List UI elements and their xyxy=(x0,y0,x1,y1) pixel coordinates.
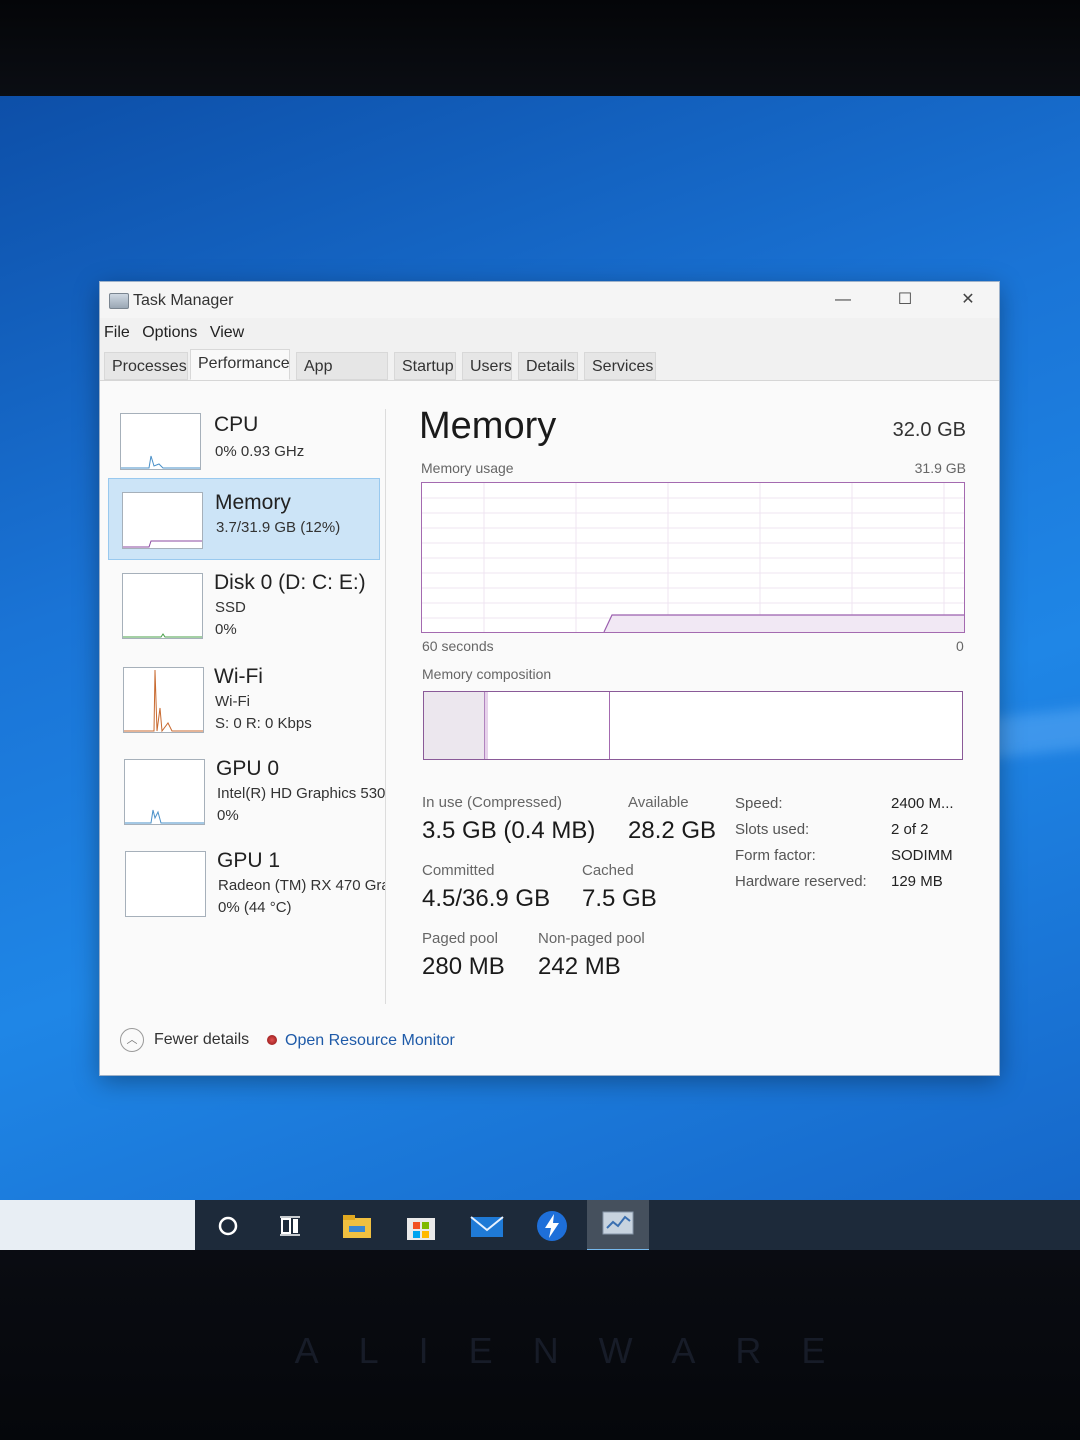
monitor-bezel-top xyxy=(0,0,1080,100)
speed-label: Speed: xyxy=(735,795,783,812)
fewer-details-button[interactable]: Fewer details xyxy=(154,1031,249,1049)
sidebar-item-cpu[interactable]: CPU 0% 0.93 GHz xyxy=(108,405,380,487)
resource-monitor-icon xyxy=(267,1035,277,1045)
memory-capacity: 32.0 GB xyxy=(892,419,966,441)
form-factor-value: SODIMM xyxy=(891,847,953,864)
tab-app-history[interactable]: App history xyxy=(296,352,388,403)
sidebar-item-detail: Intel(R) HD Graphics 530 xyxy=(217,785,386,802)
available-value: 28.2 GB xyxy=(628,817,717,844)
cached-value: 7.5 GB xyxy=(582,885,657,912)
graph-axis-right: 0 xyxy=(956,638,964,654)
cached-label: Cached xyxy=(582,862,634,879)
sidebar-item-name: Memory xyxy=(215,491,291,514)
menu-bar: File Options View xyxy=(104,324,252,342)
gpu1-thumbnail-graph xyxy=(125,851,206,917)
taskbar-search-box[interactable] xyxy=(0,1200,195,1252)
in-use-value: 3.5 GB (0.4 MB) xyxy=(422,817,596,844)
sidebar-item-detail: Radeon (TM) RX 470 Graphics xyxy=(218,877,386,894)
paged-pool-value: 280 MB xyxy=(422,953,505,980)
sidebar-item-wifi[interactable]: Wi-Fi Wi-Fi S: 0 R: 0 Kbps xyxy=(108,661,380,747)
sidebar-item-detail-2: 0% xyxy=(215,621,237,638)
available-label: Available xyxy=(628,794,689,811)
memory-thumbnail-graph xyxy=(122,492,203,549)
cpu-thumbnail-graph xyxy=(120,413,201,470)
sidebar-item-gpu1[interactable]: GPU 1 Radeon (TM) RX 470 Graphics 0% (44… xyxy=(108,845,386,931)
sidebar-item-detail: Wi-Fi xyxy=(215,693,250,710)
sidebar-item-detail-2: S: 0 R: 0 Kbps xyxy=(215,715,312,732)
chevron-up-icon[interactable]: ︿ xyxy=(120,1028,144,1052)
slots-used-label: Slots used: xyxy=(735,821,810,838)
wifi-thumbnail-graph xyxy=(123,667,204,733)
mail-icon[interactable] xyxy=(469,1208,505,1244)
task-manager-icon xyxy=(109,293,129,309)
menu-view[interactable]: View xyxy=(210,324,244,341)
sidebar-item-detail-2: 0% (44 °C) xyxy=(218,899,292,916)
taskbar xyxy=(0,1200,1080,1252)
sidebar-item-detail: SSD xyxy=(215,599,246,616)
close-button[interactable]: ✕ xyxy=(945,286,991,314)
sidebar-item-gpu0[interactable]: GPU 0 Intel(R) HD Graphics 530 0% xyxy=(108,753,386,839)
sidebar-item-name: GPU 1 xyxy=(217,849,281,872)
committed-label: Committed xyxy=(422,862,495,879)
page-title: Memory xyxy=(419,405,557,447)
cortana-icon[interactable] xyxy=(210,1208,246,1244)
open-resource-monitor-link[interactable]: Open Resource Monitor xyxy=(285,1032,455,1050)
menu-options[interactable]: Options xyxy=(142,324,197,341)
performance-panel: CPU 0% 0.93 GHz Memory 3.7/31.9 GB (12%)… xyxy=(100,381,999,1075)
memory-usage-label: Memory usage xyxy=(421,460,514,476)
composition-standby-divider xyxy=(609,692,610,759)
disk-thumbnail-graph xyxy=(122,573,203,639)
memory-composition-label: Memory composition xyxy=(422,666,552,682)
tab-details[interactable]: Details xyxy=(518,352,578,380)
hardware-reserved-value: 129 MB xyxy=(891,873,943,890)
sidebar-item-memory[interactable]: Memory 3.7/31.9 GB (12%) xyxy=(108,478,380,560)
task-manager-window: Task Manager — ☐ ✕ File Options View Pro… xyxy=(100,282,999,1075)
maximize-button[interactable]: ☐ xyxy=(882,286,928,314)
sidebar-item-name: GPU 0 xyxy=(216,757,280,780)
gpu0-thumbnail-graph xyxy=(124,759,205,825)
composition-modified[interactable] xyxy=(484,692,488,759)
sidebar-item-name: Disk 0 (D: C: E:) xyxy=(214,571,366,594)
tab-performance[interactable]: Performance xyxy=(190,349,290,380)
sidebar-item-detail: 0% 0.93 GHz xyxy=(215,443,305,460)
window-title: Task Manager xyxy=(133,292,234,309)
tab-processes[interactable]: Processes xyxy=(104,352,188,380)
task-view-icon[interactable] xyxy=(272,1208,308,1244)
store-icon[interactable] xyxy=(403,1208,439,1244)
minimize-button[interactable]: — xyxy=(820,286,866,314)
memory-usage-max: 31.9 GB xyxy=(914,460,966,476)
tab-startup[interactable]: Startup xyxy=(394,352,456,380)
menu-file[interactable]: File xyxy=(104,324,130,341)
non-paged-pool-label: Non-paged pool xyxy=(538,930,645,947)
sidebar-item-disk[interactable]: Disk 0 (D: C: E:) SSD 0% xyxy=(108,569,380,655)
hardware-reserved-label: Hardware reserved: xyxy=(735,873,867,890)
sidebar-item-name: CPU xyxy=(214,413,259,436)
composition-in-use[interactable] xyxy=(424,692,484,759)
tab-users[interactable]: Users xyxy=(462,352,512,380)
task-manager-taskbar-button[interactable] xyxy=(587,1200,649,1252)
file-explorer-icon[interactable] xyxy=(339,1208,375,1244)
slots-used-value: 2 of 2 xyxy=(891,821,929,838)
speed-value: 2400 M... xyxy=(891,795,954,812)
app-icon[interactable] xyxy=(534,1208,570,1244)
panel-divider[interactable] xyxy=(385,409,386,1004)
sidebar-item-name: Wi-Fi xyxy=(214,665,263,688)
committed-value: 4.5/36.9 GB xyxy=(422,885,551,912)
sidebar-item-detail: 3.7/31.9 GB (12%) xyxy=(216,519,341,536)
non-paged-pool-value: 242 MB xyxy=(538,953,621,980)
form-factor-label: Form factor: xyxy=(735,847,816,864)
graph-axis-left: 60 seconds xyxy=(422,638,494,654)
sidebar-item-detail-2: 0% xyxy=(217,807,239,824)
paged-pool-label: Paged pool xyxy=(422,930,498,947)
memory-usage-graph xyxy=(421,482,965,633)
in-use-label: In use (Compressed) xyxy=(422,794,563,811)
title-bar[interactable]: Task Manager — ☐ ✕ xyxy=(100,282,999,318)
memory-composition-bar xyxy=(423,691,963,760)
alienware-logo: ALIENWARE xyxy=(294,1330,866,1371)
tab-services[interactable]: Services xyxy=(584,352,656,380)
